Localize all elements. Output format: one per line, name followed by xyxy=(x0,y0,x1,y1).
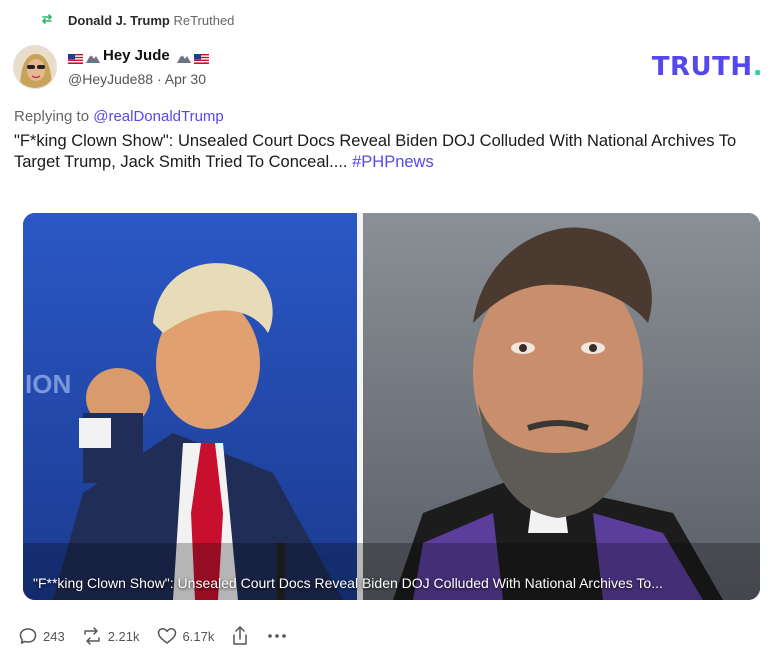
retruth-header: Donald J. Trump ReTruthed xyxy=(40,12,234,29)
post-media[interactable]: ION "F**king Clown Show": Unsealed Court… xyxy=(23,213,760,600)
separator: · xyxy=(156,71,162,87)
author-display-name[interactable]: Hey Jude xyxy=(103,47,170,64)
reply-button[interactable]: 243 xyxy=(18,626,65,646)
post-actions: 243 2.21k 6.17k xyxy=(18,625,304,647)
reply-mention-link[interactable]: @realDonaldTrump xyxy=(93,108,224,125)
mountain-icon xyxy=(86,50,100,63)
truth-logo: TRUTH. xyxy=(651,52,763,82)
retruth-suffix: ReTruthed xyxy=(173,13,235,28)
author-handle[interactable]: @HeyJude88 xyxy=(68,71,153,87)
us-flag-icon xyxy=(193,51,209,64)
heart-icon xyxy=(156,626,178,646)
us-flag-icon xyxy=(68,51,83,64)
reply-count: 243 xyxy=(43,628,65,644)
retruth-icon xyxy=(40,12,54,29)
more-icon xyxy=(266,626,288,646)
reply-icon xyxy=(18,626,38,646)
mountain-icon xyxy=(176,50,191,63)
avatar[interactable] xyxy=(13,45,57,89)
post-date[interactable]: Apr 30 xyxy=(165,71,206,87)
retruth-icon xyxy=(81,626,103,646)
author-name-row[interactable]: Hey Jude xyxy=(68,47,209,64)
hashtag-link[interactable]: #PHPnews xyxy=(352,153,434,171)
media-caption: "F**king Clown Show": Unsealed Court Doc… xyxy=(33,575,663,591)
like-button[interactable]: 6.17k xyxy=(156,626,215,646)
reply-prefix: Replying to xyxy=(14,108,90,125)
retruth-count: 2.21k xyxy=(107,628,140,644)
svg-text:ION: ION xyxy=(25,369,71,399)
retruth-button[interactable]: 2.21k xyxy=(81,626,140,646)
share-icon xyxy=(230,625,250,647)
post-text: "F*king Clown Show": Unsealed Court Docs… xyxy=(14,131,754,173)
media-photo: ION xyxy=(23,213,760,600)
share-button[interactable] xyxy=(230,625,250,647)
author-handle-row: @HeyJude88 · Apr 30 xyxy=(68,71,206,87)
more-button[interactable] xyxy=(266,626,288,646)
retruth-user[interactable]: Donald J. Trump xyxy=(68,13,170,28)
like-count: 6.17k xyxy=(182,628,215,644)
reply-line: Replying to @realDonaldTrump xyxy=(14,108,224,125)
